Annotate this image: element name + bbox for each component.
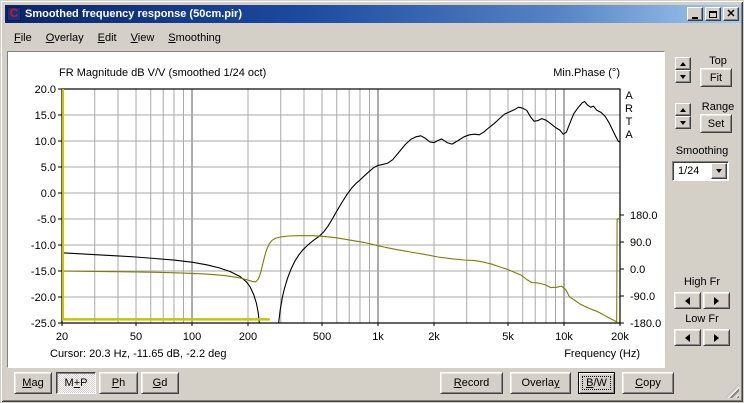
- gd-button[interactable]: Gd: [141, 372, 179, 394]
- close-button[interactable]: ✕: [723, 7, 739, 21]
- x-tick-label: 5k: [502, 331, 514, 343]
- chart-title: FR Magnitude dB V/V (smoothed 1/24 oct): [59, 67, 266, 79]
- y-right-tick-label: -180.0: [630, 318, 661, 330]
- close-icon: ✕: [726, 8, 736, 20]
- title-bar[interactable]: C Smoothed frequency response (50cm.pir)…: [5, 5, 741, 23]
- y-left-tick-label: -20.0: [31, 292, 56, 304]
- window-controls: ✕: [687, 7, 739, 21]
- y-left-tick-label: 20.0: [35, 84, 56, 96]
- menu-item-view[interactable]: View: [124, 30, 162, 46]
- arrow-left-icon: [685, 296, 690, 305]
- y-left-tick-label: -25.0: [31, 318, 56, 330]
- y-left-tick-label: 5.0: [41, 162, 56, 174]
- y-right-tick-label: 0.0: [630, 264, 645, 276]
- smoothing-value: 1/24: [678, 165, 700, 177]
- x-tick-label: 10k: [555, 331, 573, 343]
- set-button[interactable]: Set: [700, 114, 732, 133]
- x-tick-label: 200: [239, 331, 257, 343]
- fr-chart[interactable]: 20.0 15.0 10.0 5.0 0.0 -5.0 -10.0 -15.0 -20.0 -25…: [8, 52, 666, 369]
- y-left-tick-label: -5.0: [37, 214, 56, 226]
- top-label: Top: [709, 55, 727, 67]
- top-spin-up-button[interactable]: [675, 57, 691, 70]
- copy-button[interactable]: Copy: [622, 372, 674, 394]
- range-label: Range: [701, 101, 735, 113]
- b-w-button[interactable]: B/W: [578, 372, 615, 394]
- arrow-right-icon: [714, 333, 719, 342]
- minimize-icon: [692, 16, 698, 19]
- chart-panel: 20.0 15.0 10.0 5.0 0.0 -5.0 -10.0 -15.0 -20.0 -25…: [7, 51, 665, 368]
- x-tick-label: 1k: [372, 331, 384, 343]
- arrow-down-icon: [680, 120, 686, 125]
- high-fr-right-button[interactable]: [703, 292, 730, 309]
- fit-button[interactable]: Fit: [700, 68, 732, 87]
- m-p-button[interactable]: M + P: [56, 372, 96, 394]
- watermark-letter: A: [625, 90, 633, 102]
- high-fr-left-button[interactable]: [674, 292, 701, 309]
- menu-item-file[interactable]: File: [7, 30, 39, 46]
- y-left-tick-label: 0.0: [41, 188, 56, 200]
- x-tick-label: 20k: [611, 331, 629, 343]
- maximize-icon: [709, 10, 717, 18]
- phase-wrap-segment-curve: [62, 89, 270, 321]
- smoothing-select[interactable]: 1/24: [672, 161, 729, 181]
- low-fr-right-button[interactable]: [703, 329, 730, 346]
- app-window: C Smoothed frequency response (50cm.pir)…: [0, 0, 744, 403]
- watermark-letter: T: [626, 116, 633, 128]
- overlay-button[interactable]: Overla y: [510, 372, 571, 394]
- x-tick-label: 100: [183, 331, 201, 343]
- low-fr-left-button[interactable]: [674, 329, 701, 346]
- app-icon[interactable]: C: [7, 7, 21, 21]
- mag-button[interactable]: Mag: [14, 372, 52, 394]
- minimize-button[interactable]: [687, 7, 703, 21]
- range-spinner: [675, 103, 691, 129]
- range-spin-up-button[interactable]: [675, 103, 691, 116]
- menu-bar: File Overlay Edit View Smoothing: [7, 27, 667, 49]
- arrow-up-icon: [680, 107, 686, 112]
- y-right-tick-label: 90.0: [630, 237, 651, 249]
- arrow-down-icon: [680, 74, 686, 79]
- arrow-right-icon: [714, 296, 719, 305]
- top-spinner: [675, 57, 691, 83]
- record-button[interactable]: Record: [440, 372, 503, 394]
- y-right-tick-label: -90.0: [630, 291, 655, 303]
- arrow-left-icon: [685, 333, 690, 342]
- content-area: 20.0 15.0 10.0 5.0 0.0 -5.0 -10.0 -15.0 -20.0 -25…: [7, 51, 739, 368]
- window-title: Smoothed frequency response (50cm.pir): [25, 8, 242, 20]
- ph-button[interactable]: Ph: [99, 372, 138, 394]
- x-tick-label: 50: [130, 331, 142, 343]
- menu-item-smoothing[interactable]: Smoothing: [161, 30, 228, 46]
- plot-border: [61, 88, 621, 324]
- menu-item-overlay[interactable]: Overlay: [39, 30, 91, 46]
- watermark-letter: R: [625, 103, 633, 115]
- bottom-button-bar: Mag M + P Ph Gd Record Overla y B/W Copy: [7, 368, 739, 400]
- smoothing-dropdown-button[interactable]: [711, 163, 727, 179]
- min-phase-curve: [62, 217, 620, 323]
- high-fr-label: High Fr: [683, 276, 721, 288]
- top-spin-down-button[interactable]: [675, 70, 691, 83]
- y-left-tick-label: -10.0: [31, 240, 56, 252]
- y-left-tick-label: 10.0: [35, 136, 56, 148]
- magnitude-curve: [62, 100, 620, 323]
- maximize-button[interactable]: [705, 7, 721, 21]
- range-spin-down-button[interactable]: [675, 116, 691, 129]
- cursor-readout: Cursor: 20.3 Hz, -11.65 dB, -2.2 deg: [50, 348, 227, 360]
- watermark-letter: A: [625, 129, 633, 141]
- right-axis-title: Min.Phase (°): [553, 67, 620, 79]
- x-tick-label: 500: [313, 331, 331, 343]
- y-right-tick-label: 180.0: [630, 210, 658, 222]
- y-left-tick-label: 15.0: [35, 110, 56, 122]
- x-tick-label: 20: [56, 331, 68, 343]
- x-axis-title: Frequency (Hz): [564, 348, 640, 360]
- smoothing-label: Smoothing: [675, 145, 729, 157]
- y-left-tick-label: -15.0: [31, 266, 56, 278]
- arrow-up-icon: [680, 61, 686, 66]
- x-tick-label: 2k: [428, 331, 440, 343]
- side-panel: Top Fit Range Set Smoothing 1/24 High Fr…: [665, 51, 739, 368]
- menu-item-edit[interactable]: Edit: [91, 30, 124, 46]
- low-fr-label: Low Fr: [685, 313, 719, 325]
- chevron-down-icon: [716, 169, 722, 173]
